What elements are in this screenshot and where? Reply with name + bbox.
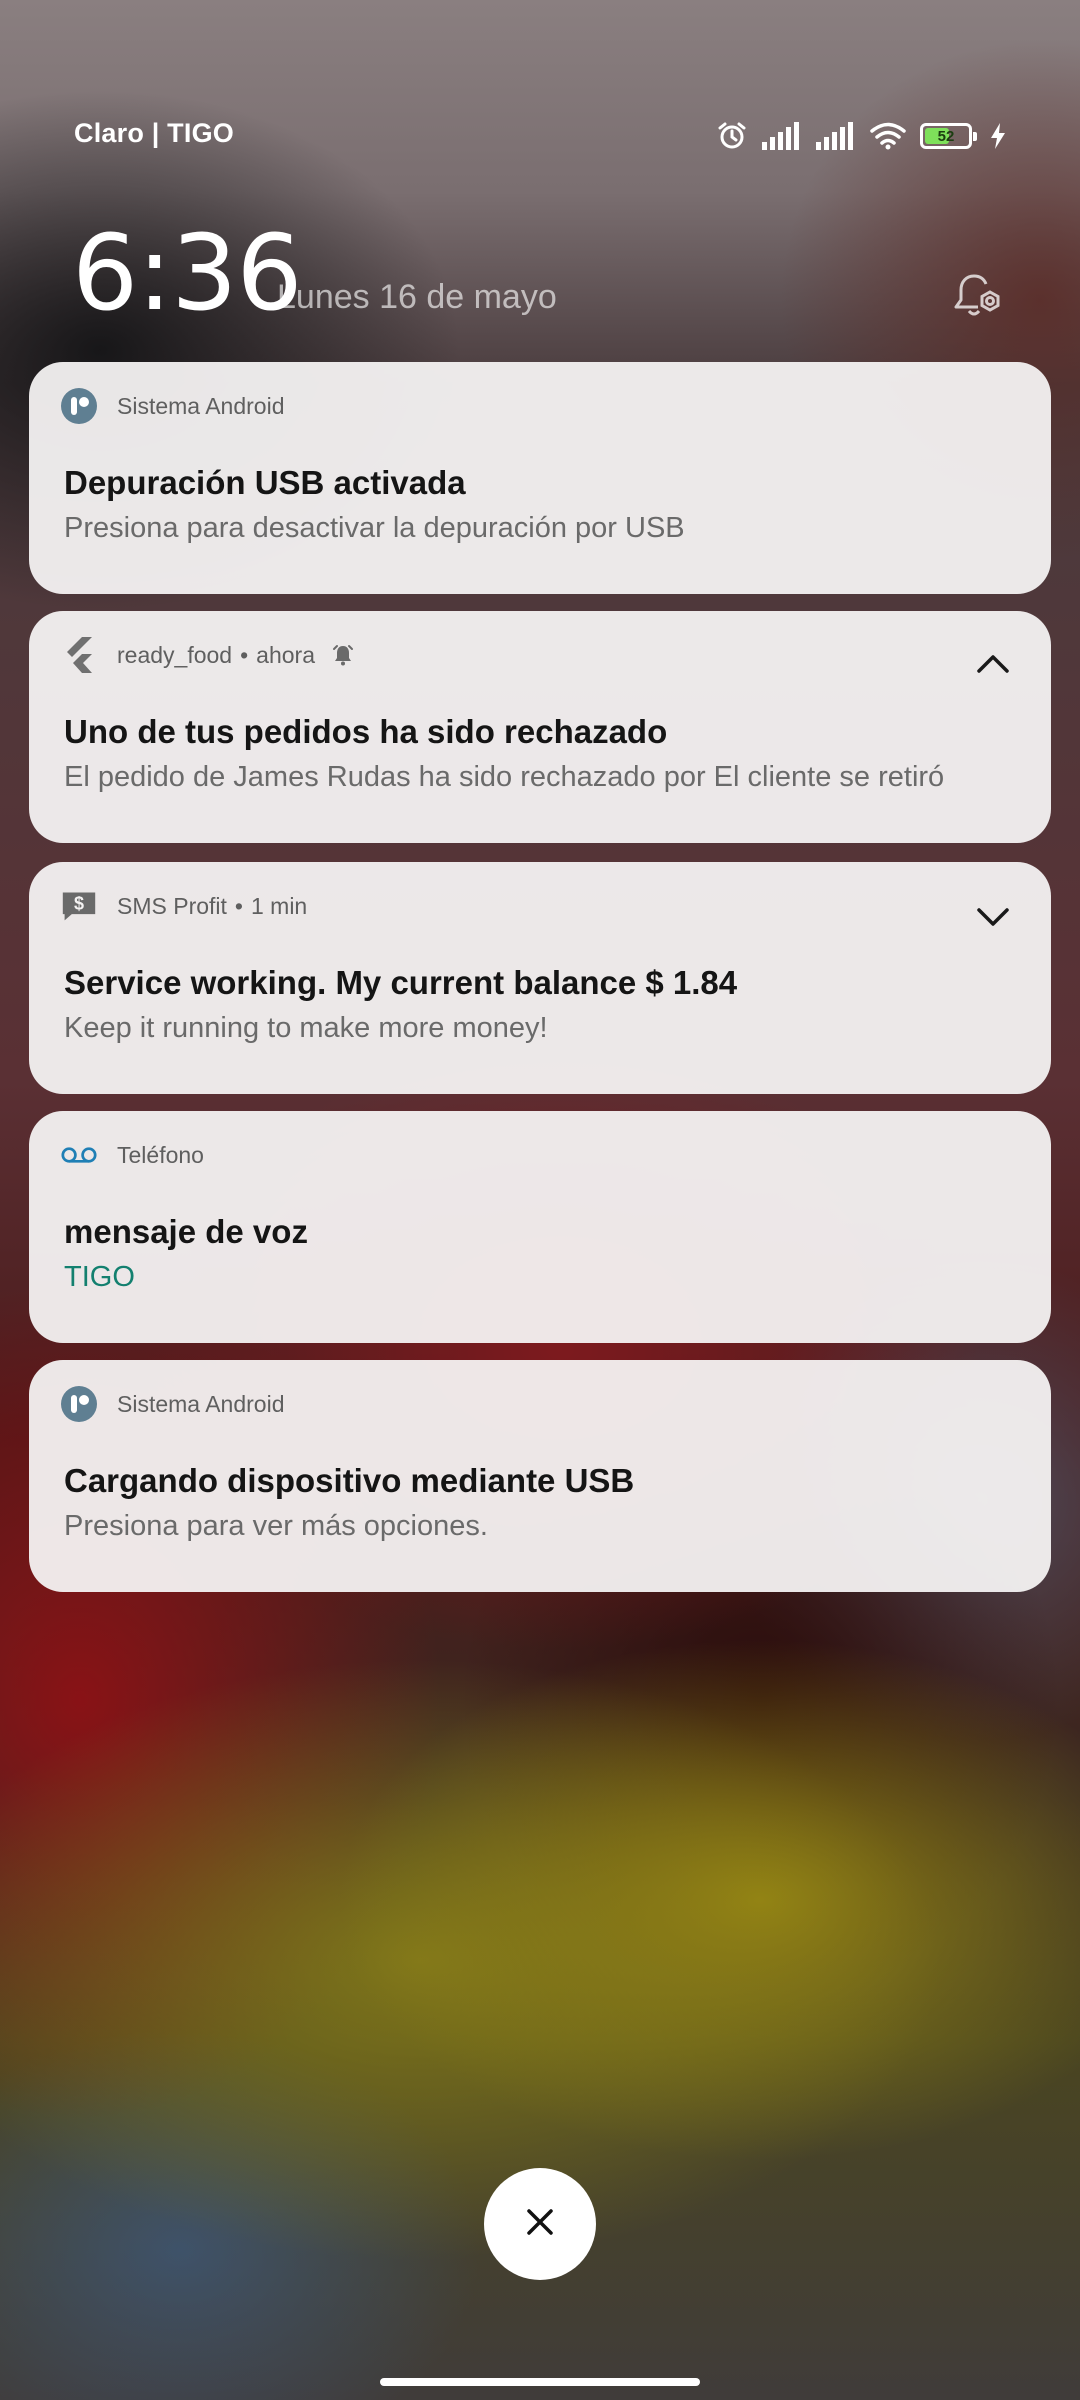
notification-header: $ SMS Profit • 1 min <box>61 886 307 926</box>
alarm-icon <box>716 120 748 152</box>
separator-dot: • <box>234 892 243 919</box>
app-name: Sistema Android <box>117 392 285 419</box>
notification-card-sms-profit[interactable]: $ SMS Profit • 1 min Service working. My… <box>29 862 1051 1094</box>
status-icons: 52 <box>716 118 1006 154</box>
notification-body: Presiona para desactivar la depuración p… <box>64 512 685 544</box>
android-system-icon <box>61 388 97 424</box>
notification-title: Service working. My current balance $ 1.… <box>64 964 738 1001</box>
separator-dot: • <box>240 641 249 668</box>
app-name: Sistema Android <box>117 1390 285 1417</box>
app-name: ready_food <box>117 641 233 668</box>
wifi-icon <box>870 122 906 150</box>
clock-time: 6:36 <box>72 212 303 334</box>
notification-card-voicemail[interactable]: Teléfono mensaje de voz TIGO <box>29 1111 1051 1343</box>
signal-icon <box>762 122 802 150</box>
notification-body: TIGO <box>64 1261 135 1293</box>
android-system-icon <box>61 1386 97 1422</box>
close-icon <box>523 2205 557 2244</box>
sms-dollar-icon: $ <box>61 888 97 924</box>
notification-card-usb-charging[interactable]: Sistema Android Cargando dispositivo med… <box>29 1360 1051 1592</box>
bell-icon <box>331 643 355 667</box>
notification-title: mensaje de voz <box>64 1213 308 1250</box>
battery-icon: 52 <box>920 123 977 149</box>
home-gesture-bar[interactable] <box>380 2378 700 2386</box>
app-name: SMS Profit <box>117 892 227 919</box>
notification-title: Depuración USB activada <box>64 464 466 501</box>
notification-title: Cargando dispositivo mediante USB <box>64 1462 635 1499</box>
clock-date: Lunes 16 de mayo <box>277 278 557 316</box>
notification-card-usb-debugging[interactable]: Sistema Android Depuración USB activada … <box>29 362 1051 594</box>
notification-header: Sistema Android <box>61 386 284 426</box>
notification-header: Sistema Android <box>61 1384 284 1424</box>
notification-body: Keep it running to make more money! <box>64 1012 548 1044</box>
notification-header: Teléfono <box>61 1135 204 1175</box>
notification-body: El pedido de James Rudas ha sido rechaza… <box>64 761 945 793</box>
notification-card-ready-food[interactable]: ready_food • ahora Uno de tus pedidos ha… <box>29 611 1051 843</box>
notification-time: 1 min <box>250 892 308 919</box>
svg-text:$: $ <box>74 894 84 914</box>
app-name: Teléfono <box>117 1141 204 1168</box>
charging-icon <box>990 123 1006 149</box>
flutter-icon <box>61 637 97 673</box>
voicemail-icon <box>61 1137 97 1173</box>
signal-icon <box>816 122 856 150</box>
carrier-label: Claro | TIGO <box>74 118 234 148</box>
notification-body: Presiona para ver más opciones. <box>64 1510 488 1542</box>
notification-time: ahora <box>256 641 315 668</box>
chevron-up-icon[interactable] <box>973 645 1013 685</box>
clear-all-button[interactable] <box>484 2168 596 2280</box>
chevron-down-icon[interactable] <box>973 896 1013 936</box>
notification-settings-icon[interactable] <box>948 268 1004 324</box>
notification-header: ready_food • ahora <box>61 635 355 675</box>
battery-level: 52 <box>937 127 955 145</box>
notification-title: Uno de tus pedidos ha sido rechazado <box>64 713 668 750</box>
